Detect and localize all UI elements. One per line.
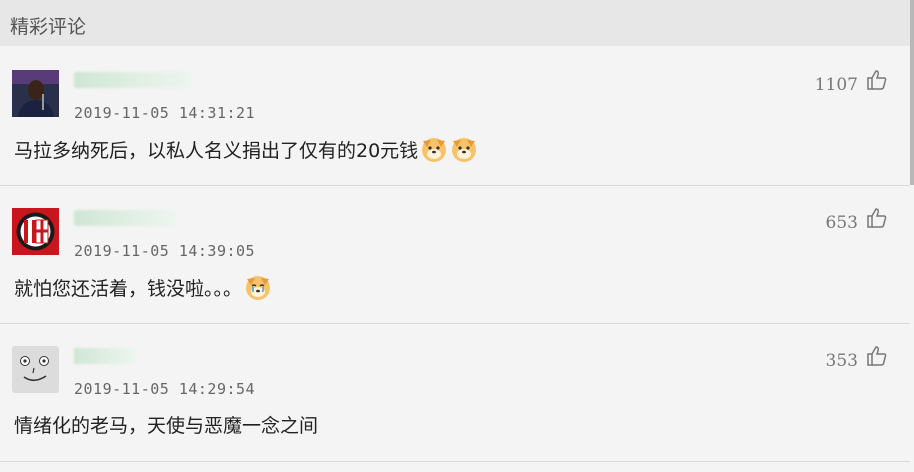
avatar[interactable] xyxy=(12,70,59,117)
comment-text-content: 就怕您还活着，钱没啦。。。 xyxy=(14,278,243,300)
thumbs-up-icon[interactable] xyxy=(866,69,888,91)
crying-dog-face-icon xyxy=(244,273,272,306)
dog-face-icon xyxy=(420,135,448,168)
comment-text: 就怕您还活着，钱没啦。。。 xyxy=(14,273,272,306)
avatar[interactable] xyxy=(12,346,59,393)
thumbs-up-icon[interactable] xyxy=(866,207,888,229)
username[interactable] xyxy=(74,210,176,226)
comment-text-content: 马拉多纳死后，以私人名义捐出了仅有的20元钱 xyxy=(14,140,419,162)
like-count: 353 xyxy=(825,351,858,371)
timestamp: 2019-11-05 14:31:21 xyxy=(74,104,256,122)
scrollbar[interactable] xyxy=(910,0,914,185)
comment-item: 2019-11-05 14:39:05 就怕您还活着，钱没啦。。。 653 xyxy=(0,185,910,324)
comment-item: 2019-11-05 14:31:21 马拉多纳死后，以私人名义捐出了仅有的20… xyxy=(0,47,910,186)
timestamp: 2019-11-05 14:29:54 xyxy=(74,380,256,398)
like-count: 653 xyxy=(825,213,858,233)
username[interactable] xyxy=(74,72,192,88)
timestamp: 2019-11-05 14:39:05 xyxy=(74,242,256,260)
avatar[interactable] xyxy=(12,208,59,255)
thumbs-up-icon[interactable] xyxy=(866,345,888,367)
comment-text-content: 情绪化的老马，天使与恶魔一念之间 xyxy=(14,415,319,437)
comment-text: 马拉多纳死后，以私人名义捐出了仅有的20元钱 xyxy=(14,135,478,168)
dog-face-icon xyxy=(450,135,478,168)
section-title: 精彩评论 xyxy=(10,16,87,38)
comment-text: 情绪化的老马，天使与恶魔一念之间 xyxy=(14,411,318,438)
comment-item: 2019-11-05 14:29:54 情绪化的老马，天使与恶魔一念之间 353 xyxy=(0,323,910,462)
like-count: 1107 xyxy=(814,75,858,95)
username[interactable] xyxy=(74,348,136,364)
section-header: 精彩评论 xyxy=(0,0,910,46)
